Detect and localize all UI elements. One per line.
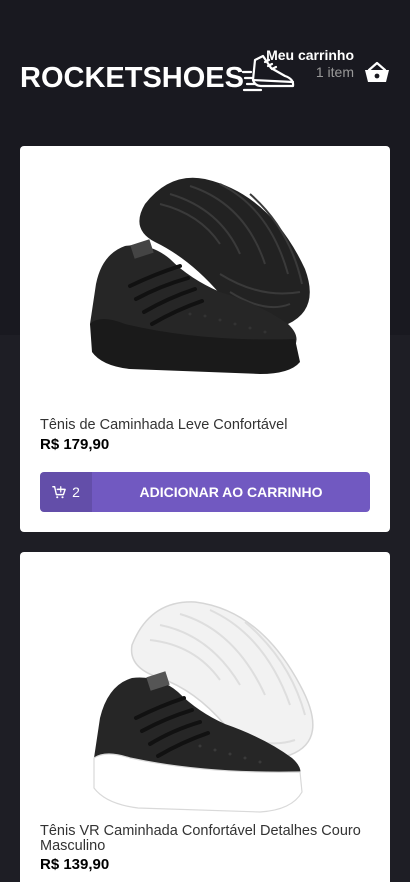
product-price: R$ 179,90 (40, 436, 110, 453)
cart-amount-box: 2 (40, 472, 92, 512)
product-card: Tênis de Caminhada Leve Confortável R$ 1… (20, 146, 390, 532)
product-image[interactable] (20, 174, 390, 414)
shopping-basket-icon[interactable] (364, 60, 390, 84)
cart-summary[interactable]: Meu carrinho 1 item (266, 48, 354, 81)
product-image[interactable] (20, 590, 390, 840)
add-to-cart-button[interactable]: 2 ADICIONAR AO CARRINHO (40, 472, 370, 512)
add-to-cart-label: ADICIONAR AO CARRINHO (139, 484, 323, 500)
app-header: ROCKETSHOES Meu carrinho 1 item (0, 0, 410, 146)
product-price: R$ 139,90 (40, 856, 110, 873)
cart-item-count: 1 item (315, 64, 354, 80)
product-title: Tênis de Caminhada Leve Confortável (40, 417, 288, 433)
product-title: Tênis VR Caminhada Confortável Detalhes … (40, 823, 361, 854)
cart-title: Meu carrinho (266, 47, 354, 63)
cart-amount: 2 (72, 484, 80, 500)
add-shopping-cart-icon (52, 486, 66, 499)
app-logo[interactable]: ROCKETSHOES (20, 61, 244, 95)
product-card: Tênis VR Caminhada Confortável Detalhes … (20, 552, 390, 882)
